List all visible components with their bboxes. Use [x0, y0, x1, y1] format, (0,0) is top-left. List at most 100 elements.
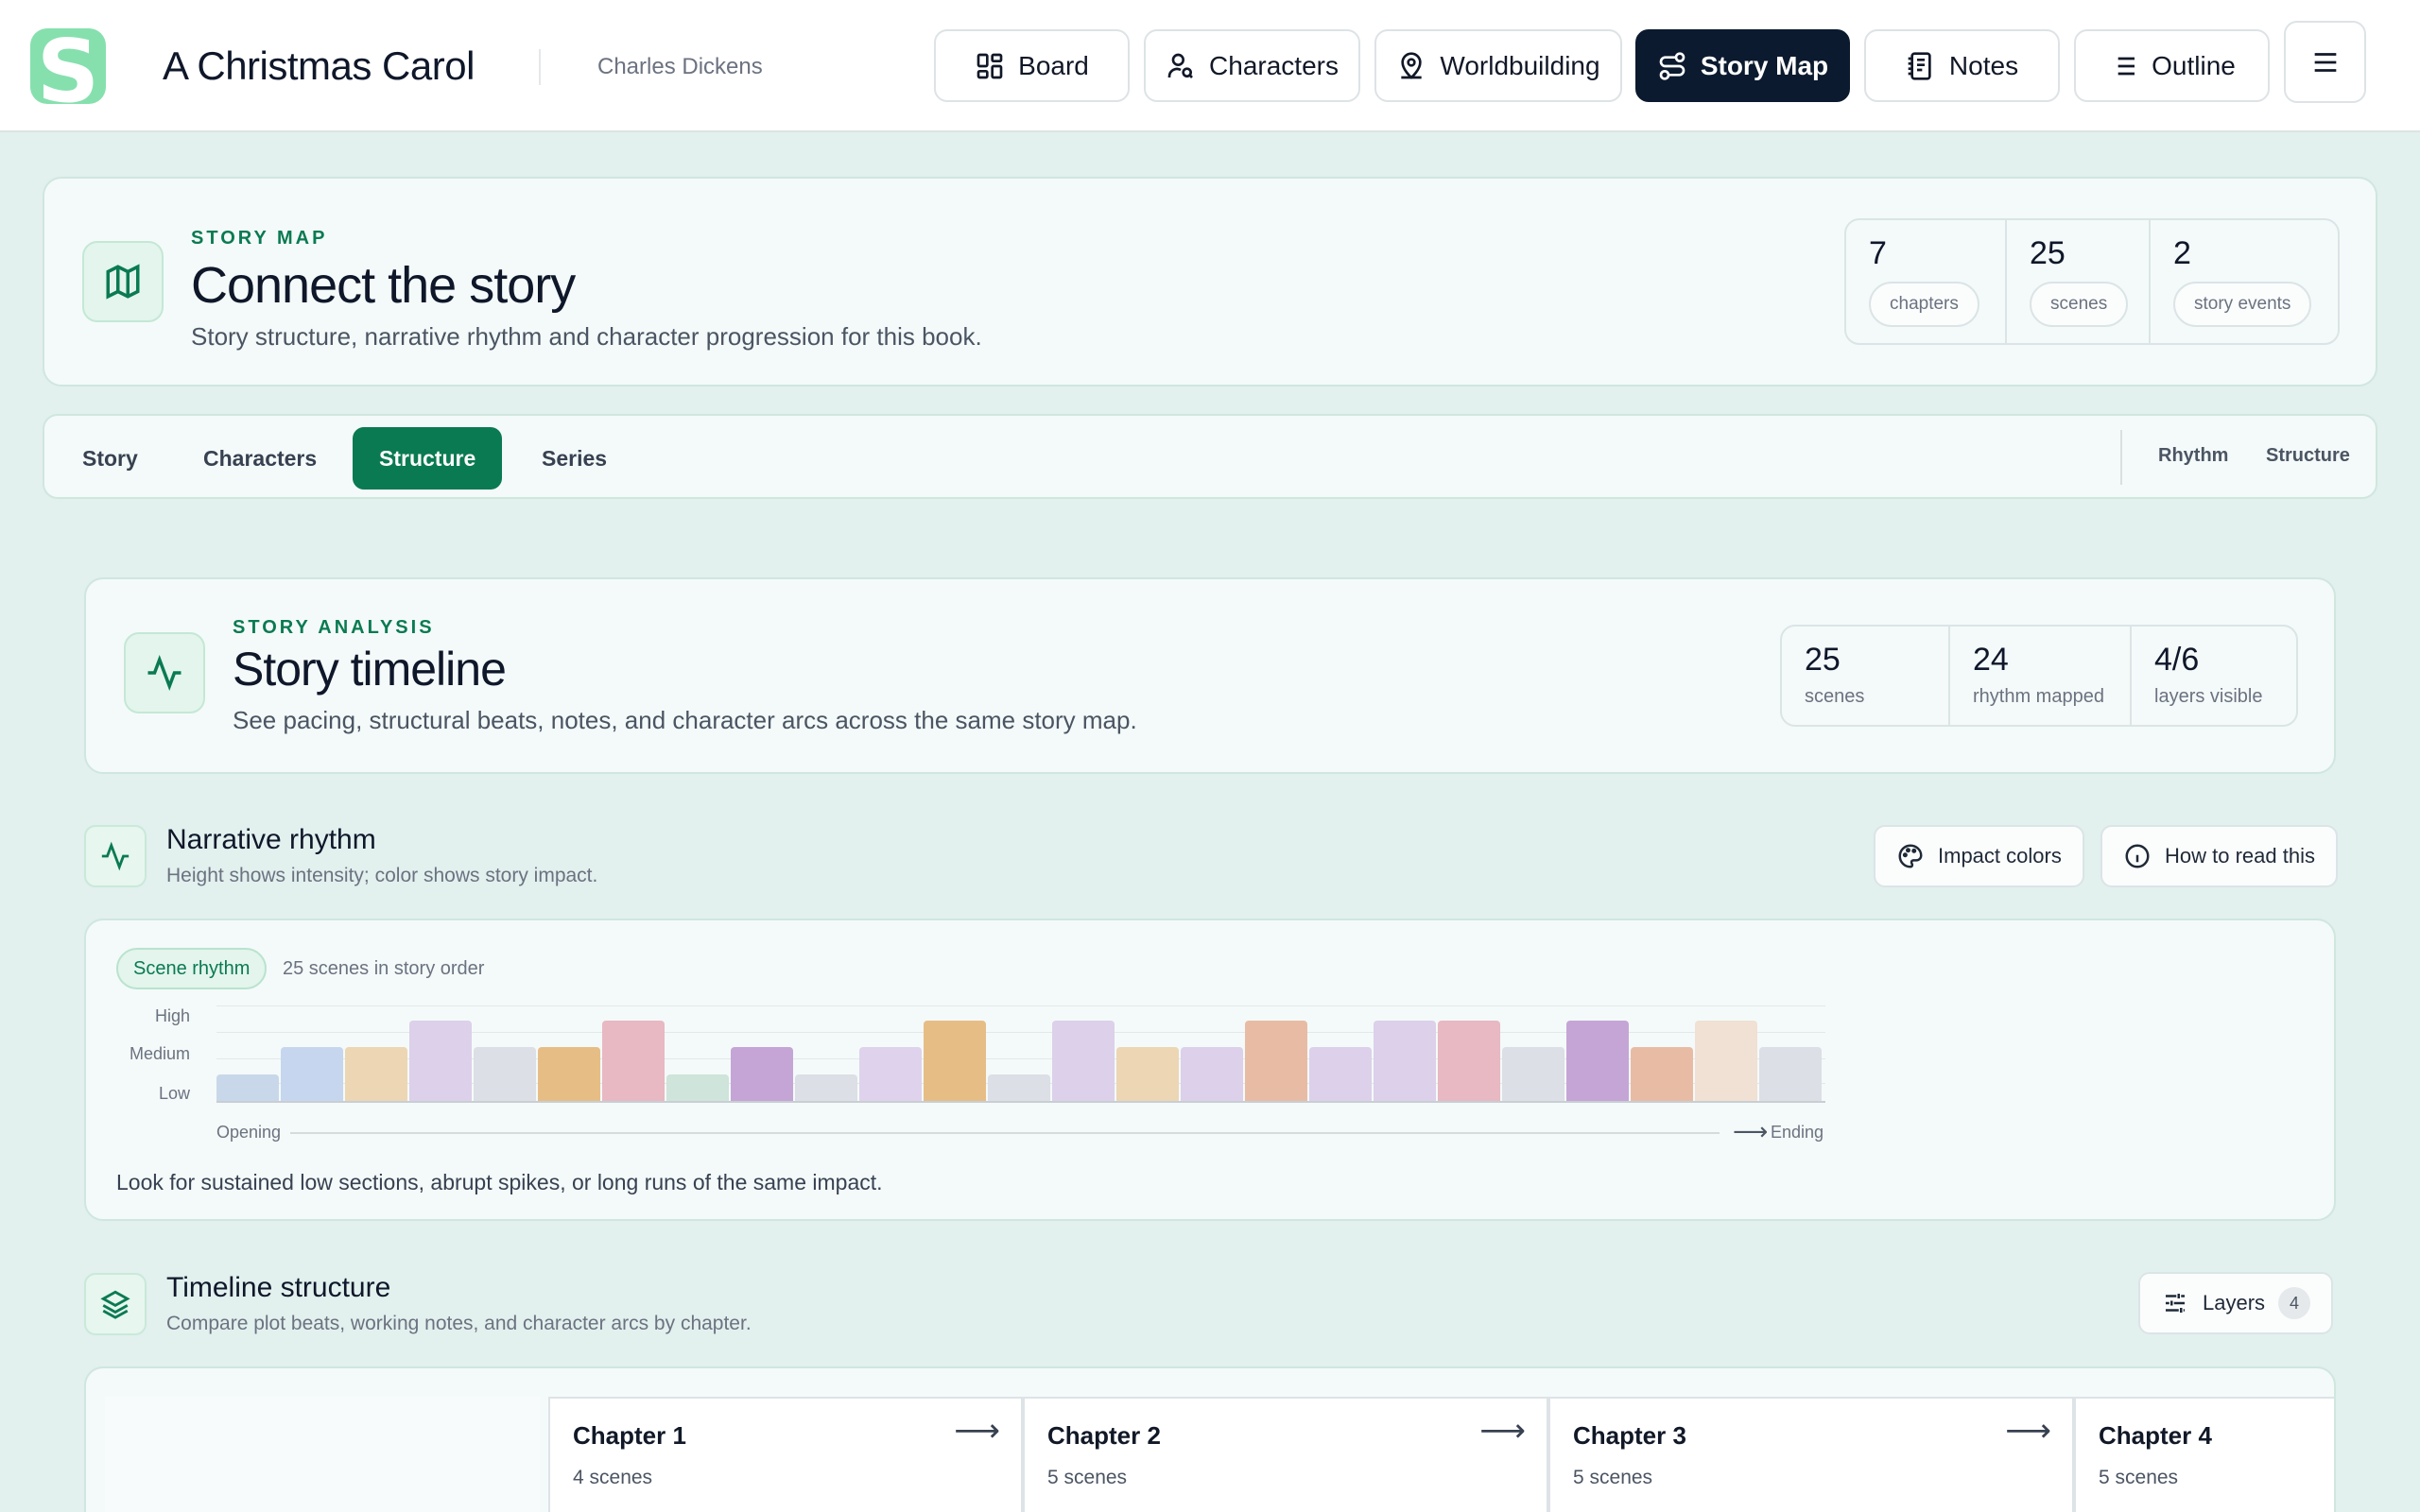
- rhythm-bar-scene-5[interactable]: [474, 1047, 536, 1101]
- chart-baseline: [216, 1101, 1825, 1103]
- arrow-right-icon: ⟶: [954, 1413, 1000, 1449]
- nav-characters[interactable]: Characters: [1144, 29, 1360, 102]
- story-map-tabs: Story Characters Structure Series Rhythm…: [43, 414, 2377, 499]
- rhythm-bar-scene-6[interactable]: [538, 1047, 600, 1101]
- info-icon: [2125, 844, 2150, 868]
- rhythm-help-note: Look for sustained low sections, abrupt …: [116, 1170, 883, 1194]
- stat-label: rhythm mapped: [1973, 686, 2104, 707]
- arrow-right-icon: ⟶: [1479, 1413, 1526, 1449]
- stat-chapters: 7 chapters: [1846, 220, 2007, 343]
- notebook-icon: [1908, 51, 1931, 80]
- rhythm-bar-scene-15[interactable]: [1116, 1047, 1179, 1101]
- tab-series[interactable]: Series: [515, 427, 633, 490]
- map-pin-user-icon: [1401, 51, 1423, 79]
- activity-icon-tile: [124, 632, 205, 713]
- nav-label: Characters: [1209, 50, 1339, 80]
- book-stats: 7 chapters 25 scenes 2 story events: [1844, 218, 2340, 345]
- tabs-divider: [2120, 430, 2122, 485]
- stat-story-events: 2 story events: [2151, 220, 2338, 343]
- activity-icon: [147, 655, 182, 691]
- timeline-structure-card: Chapter 1 4 scenes ⟶ Chapter 2 5 scenes …: [84, 1366, 2336, 1512]
- palette-icon: [1898, 844, 1923, 868]
- tab-characters[interactable]: Characters: [177, 427, 343, 490]
- gridline-high: [216, 1005, 1825, 1006]
- scene-rhythm-chip[interactable]: Scene rhythm: [116, 948, 268, 989]
- axis-end-label: Ending: [1771, 1123, 1824, 1142]
- nav-label: Board: [1018, 50, 1089, 80]
- y-label-low: Low: [158, 1084, 190, 1103]
- chapter-column-2[interactable]: Chapter 2 5 scenes ⟶: [1023, 1397, 1548, 1512]
- chapter-column-4[interactable]: Chapter 4 5 scenes: [2074, 1397, 2334, 1512]
- tab-structure[interactable]: Structure: [353, 427, 503, 490]
- chapter-column-3[interactable]: Chapter 3 5 scenes ⟶: [1548, 1397, 2074, 1512]
- rhythm-bar-scene-16[interactable]: [1181, 1047, 1243, 1101]
- chapter-column-1[interactable]: Chapter 1 4 scenes ⟶: [548, 1397, 1023, 1512]
- rhythm-bar-scene-7[interactable]: [602, 1021, 665, 1101]
- rhythm-bar-scene-18[interactable]: [1309, 1047, 1372, 1101]
- chapter-title: Chapter 1: [573, 1421, 686, 1450]
- scene-count-note: 25 scenes in story order: [283, 958, 485, 979]
- rhythm-bar-scene-11[interactable]: [859, 1047, 922, 1101]
- nav-label: Worldbuilding: [1440, 50, 1600, 80]
- jump-structure-link[interactable]: Structure: [2266, 445, 2350, 467]
- nav-outline[interactable]: Outline: [2074, 29, 2270, 102]
- jump-rhythm-link[interactable]: Rhythm: [2158, 445, 2228, 467]
- list-icon: [2112, 57, 2135, 75]
- stat-value: 25: [2030, 235, 2066, 271]
- timeline-row-header: [105, 1397, 540, 1512]
- book-author: Charles Dickens: [597, 54, 763, 79]
- tab-story[interactable]: Story: [56, 427, 164, 490]
- rhythm-bar-scene-4[interactable]: [409, 1021, 472, 1101]
- activity-icon: [101, 841, 130, 871]
- layers-button[interactable]: Layers 4: [2138, 1272, 2334, 1334]
- stat-label: chapters: [1869, 282, 1979, 327]
- app-logo[interactable]: S: [30, 28, 106, 104]
- story-map-header-card: STORY MAP Connect the story Story struct…: [43, 177, 2377, 387]
- button-label: Layers: [2203, 1291, 2266, 1314]
- rhythm-bar-scene-9[interactable]: [731, 1047, 793, 1101]
- layers-icon: [100, 1290, 130, 1319]
- nav-worldbuilding[interactable]: Worldbuilding: [1374, 29, 1622, 102]
- rhythm-bar-scene-21[interactable]: [1502, 1047, 1564, 1101]
- rhythm-bar-scene-24[interactable]: [1695, 1021, 1757, 1101]
- rhythm-bar-scene-1[interactable]: [216, 1074, 279, 1101]
- book-title: A Christmas Carol: [163, 43, 475, 88]
- arrow-right-icon: ⟶: [1733, 1117, 1769, 1145]
- sliders-icon: [2166, 1294, 2185, 1313]
- nav-notes[interactable]: Notes: [1864, 29, 2060, 102]
- chapter-scene-count: 5 scenes: [2099, 1467, 2179, 1488]
- chapter-scene-count: 5 scenes: [1573, 1467, 1653, 1488]
- nav-story-map[interactable]: Story Map: [1635, 29, 1850, 102]
- rhythm-bar-scene-12[interactable]: [924, 1021, 986, 1101]
- story-analysis-card: STORY ANALYSIS Story timeline See pacing…: [84, 577, 2336, 774]
- rhythm-bar-scene-10[interactable]: [795, 1074, 857, 1101]
- route-icon: [1659, 51, 1685, 80]
- hero-eyebrow: STORY MAP: [191, 228, 328, 249]
- rhythm-bar-scene-2[interactable]: [281, 1047, 343, 1101]
- menu-button[interactable]: [2284, 21, 2366, 103]
- button-label: How to read this: [2165, 844, 2315, 868]
- rhythm-bar-scene-25[interactable]: [1759, 1047, 1822, 1101]
- how-to-read-button[interactable]: How to read this: [2100, 825, 2338, 887]
- rhythm-bar-scene-13[interactable]: [988, 1074, 1050, 1101]
- rhythm-bar-scene-22[interactable]: [1566, 1021, 1629, 1101]
- analysis-subtitle: See pacing, structural beats, notes, and…: [233, 706, 1137, 734]
- stat-value: 4/6: [2154, 642, 2200, 678]
- nav-board[interactable]: Board: [934, 29, 1130, 102]
- chapter-title: Chapter 2: [1047, 1421, 1161, 1450]
- rhythm-bar-scene-8[interactable]: [666, 1074, 729, 1101]
- rhythm-bar-scene-20[interactable]: [1438, 1021, 1500, 1101]
- timeline-subtitle: Compare plot beats, working notes, and c…: [166, 1313, 752, 1334]
- rhythm-bar-scene-3[interactable]: [345, 1047, 407, 1101]
- stat-value: 24: [1973, 642, 2009, 678]
- stat-scenes: 25 scenes: [2007, 220, 2151, 343]
- analysis-title: Story timeline: [233, 643, 507, 696]
- rhythm-bar-scene-19[interactable]: [1374, 1021, 1436, 1101]
- rhythm-bar-scene-23[interactable]: [1631, 1047, 1693, 1101]
- rhythm-bar-scene-14[interactable]: [1052, 1021, 1115, 1101]
- narrative-rhythm-card: Scene rhythm 25 scenes in story order Hi…: [84, 919, 2336, 1221]
- nav-label: Outline: [2152, 50, 2236, 80]
- rhythm-bar-scene-17[interactable]: [1245, 1021, 1307, 1101]
- impact-colors-button[interactable]: Impact colors: [1874, 825, 2084, 887]
- stat-label: scenes: [2030, 282, 2129, 327]
